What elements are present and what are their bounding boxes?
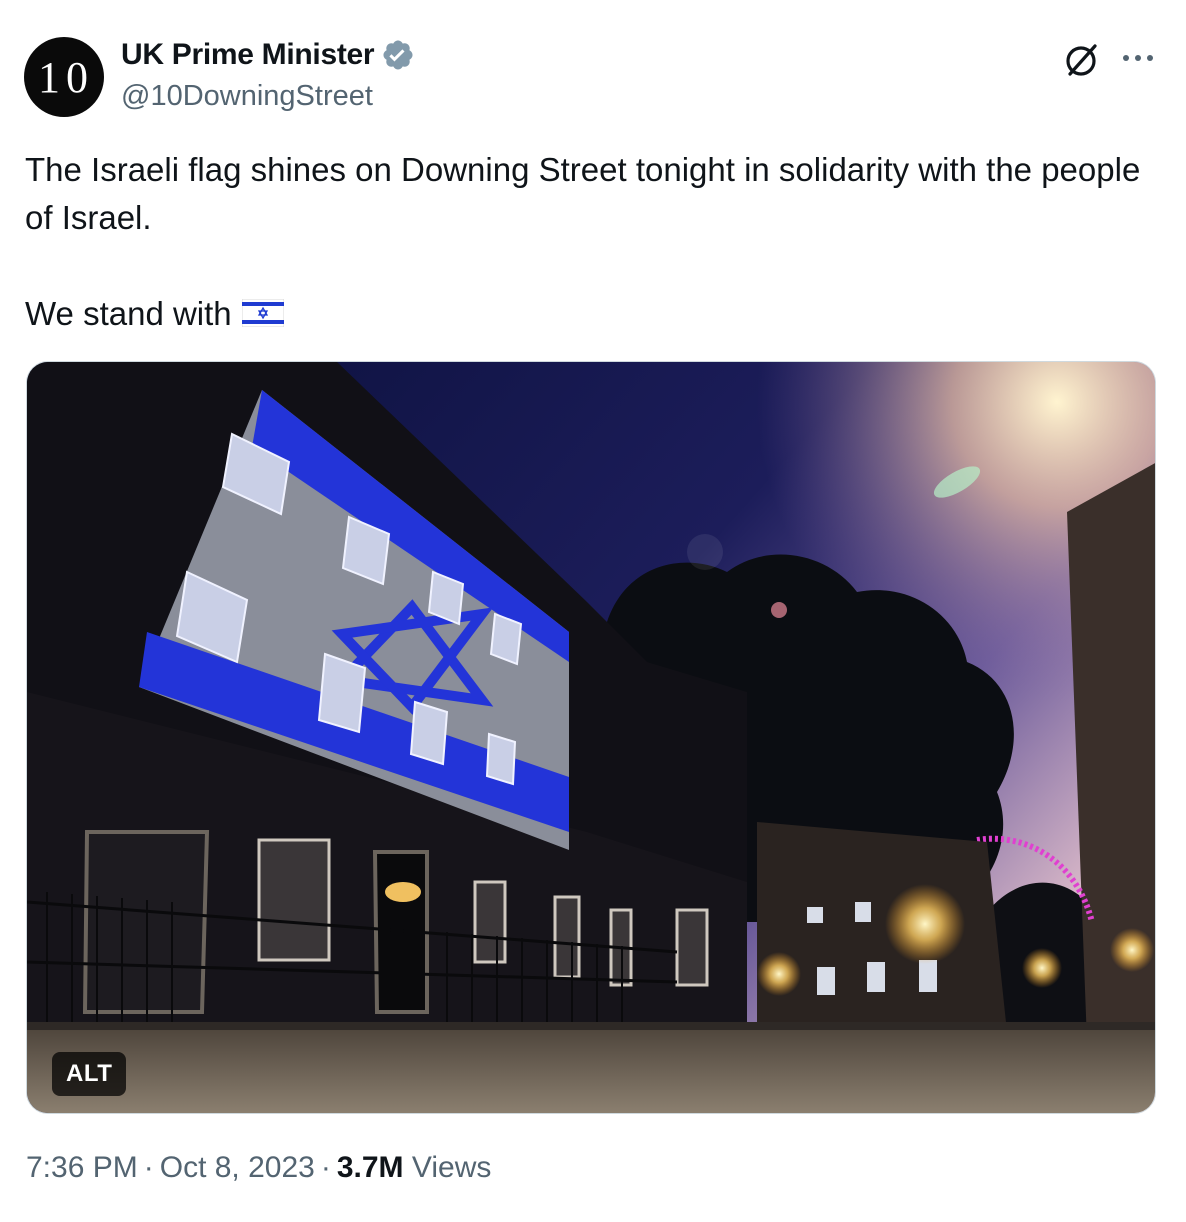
author-name-row: UK Prime Minister [121,38,415,72]
tweet-text-line1: The Israeli flag shines on Downing Stree… [25,151,1141,236]
tweet-text-line2: We stand with [25,290,1145,338]
more-options-icon[interactable] [1118,48,1158,68]
tweet-text: The Israeli flag shines on Downing Stree… [25,146,1145,338]
tweet-photo[interactable]: ALT [26,361,1156,1114]
downing-street-photo [27,362,1155,1113]
israel-flag-emoji-icon [241,299,284,327]
grok-icon[interactable] [1062,40,1102,80]
meta-separator: · [143,1151,154,1184]
views-count: 3.7M [336,1151,404,1184]
tweet-text-stand: We stand with [25,295,232,332]
author-handle[interactable]: @10DowningStreet [121,80,373,113]
tweet-meta: 7:36 PM · Oct 8, 2023 · 3.7M Views [26,1151,491,1185]
tweet-date[interactable]: Oct 8, 2023 [160,1151,315,1184]
tweet-card: 10 UK Prime Minister @10DowningStreet Th… [0,0,1186,1222]
avatar-text: 10 [38,52,94,102]
avatar[interactable]: 10 [24,37,104,117]
verified-badge-icon [383,40,413,70]
tweet-time[interactable]: 7:36 PM [26,1151,138,1184]
display-name[interactable]: UK Prime Minister [121,38,375,72]
meta-separator: · [320,1151,331,1184]
alt-text-badge[interactable]: ALT [52,1052,127,1096]
views-label: Views [411,1151,492,1184]
